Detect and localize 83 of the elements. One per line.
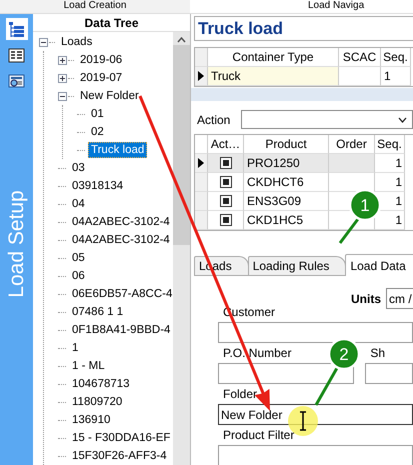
tree-item[interactable]: 11809720	[69, 394, 126, 410]
field-label: Sh	[369, 346, 386, 361]
list-icon	[8, 46, 25, 64]
tree-item[interactable]: Truck load	[88, 142, 148, 158]
checkbox[interactable]	[220, 195, 232, 207]
column-header[interactable]: Order	[329, 135, 375, 154]
tree-item[interactable]: 07486 1 1	[69, 304, 126, 320]
input-field[interactable]	[218, 445, 413, 465]
input-field[interactable]	[365, 363, 413, 384]
tree-item[interactable]: 15F30F26-AFF3-4	[69, 448, 170, 464]
tree-item[interactable]: 2019-07	[77, 70, 126, 86]
expand-icon[interactable]	[58, 56, 67, 64]
checkbox[interactable]	[220, 176, 232, 188]
table-cell	[339, 67, 381, 86]
checkbox[interactable]	[220, 214, 232, 226]
tree-item[interactable]: 06E6DB57-A8CC-4	[69, 286, 173, 302]
tree-item[interactable]: 136910	[69, 412, 114, 428]
tree-list-icon	[8, 20, 25, 38]
table-cell: 1	[375, 154, 405, 173]
tab-label[interactable]: Load Creation	[0, 0, 190, 13]
leader-line	[338, 218, 360, 244]
table-cell: PRO1250	[244, 154, 329, 173]
column-header[interactable]: Seq.	[375, 135, 405, 154]
sidebar-title: Load Setup	[4, 190, 28, 298]
sidebar-item[interactable]	[6, 18, 28, 40]
tree-item[interactable]: 02	[88, 124, 107, 140]
row-header	[195, 135, 208, 154]
units-field[interactable]: cm /	[386, 288, 413, 309]
field-label: Product Filter	[222, 428, 294, 443]
tree-item[interactable]: 0F1B8A41-9BBD-4	[69, 322, 173, 338]
table-cell: CKD1HC5	[244, 211, 329, 230]
tree-item[interactable]: 2019-06	[77, 52, 126, 68]
row-header[interactable]	[195, 67, 208, 86]
tree-item[interactable]: 03	[69, 160, 88, 176]
tree-item[interactable]: 01	[88, 106, 107, 122]
column-header[interactable]: Container Type	[208, 48, 339, 68]
table-cell: 1	[375, 173, 405, 192]
tree-item[interactable]: 04A2ABEC-3102-4	[69, 232, 173, 248]
column-header[interactable]: Act…	[208, 135, 244, 154]
panel-title: Data Tree	[84, 16, 139, 30]
text-cursor-icon	[299, 411, 307, 431]
collapse-icon[interactable]	[39, 38, 48, 46]
field-label: Folder	[222, 387, 258, 402]
scroll-up-icon	[177, 37, 186, 43]
tree-item[interactable]: New Folder	[77, 88, 142, 104]
scrollbar[interactable]	[173, 32, 190, 465]
table-cell: CKDHCT6	[244, 173, 329, 192]
tree-item[interactable]: Loads	[58, 34, 96, 50]
column-header[interactable]: Seq.	[381, 48, 411, 68]
tree-item[interactable]: 104678713	[69, 376, 133, 392]
tree-item[interactable]: 04A2ABEC-3102-4	[69, 214, 173, 230]
column-header[interactable]: Product	[244, 135, 329, 154]
document-title: Truck load	[194, 16, 413, 42]
tab-label[interactable]: Load Naviga	[190, 0, 413, 13]
tree-item[interactable]: 06	[69, 268, 88, 284]
tab[interactable]: Loading Rules	[248, 256, 346, 275]
action-label: Action	[197, 112, 230, 126]
tree-item[interactable]: 03918134	[69, 178, 126, 194]
expand-icon[interactable]	[58, 74, 67, 82]
table-cell: Truck	[208, 67, 339, 86]
table-cell: ENS3G09	[244, 192, 329, 211]
field-label: P.O. Number	[222, 346, 292, 361]
chevron-down-icon	[398, 116, 407, 122]
leader-line	[314, 367, 338, 406]
tree-item[interactable]: 1 - ML	[69, 358, 108, 374]
tree-item[interactable]: 1	[69, 340, 82, 356]
row-header	[195, 48, 208, 68]
input-field[interactable]	[218, 363, 354, 384]
action-dropdown[interactable]	[241, 110, 413, 129]
tree-item[interactable]: 05	[69, 250, 88, 266]
tab[interactable]: Load Data	[345, 254, 413, 276]
checkbox[interactable]	[220, 157, 232, 169]
column-header[interactable]: SCAC	[339, 48, 381, 68]
table-cell	[329, 154, 375, 173]
input-field[interactable]	[218, 322, 413, 343]
units-label: Units	[351, 292, 381, 306]
report-icon	[8, 72, 25, 90]
tree-item[interactable]: 15 - F30DDA16-EF	[69, 430, 173, 446]
row-header[interactable]	[195, 154, 208, 173]
row-pointer-icon	[198, 158, 204, 168]
tree-item[interactable]: 04	[69, 196, 88, 212]
collapse-icon[interactable]	[58, 92, 67, 100]
table-cell: 1	[381, 67, 411, 86]
